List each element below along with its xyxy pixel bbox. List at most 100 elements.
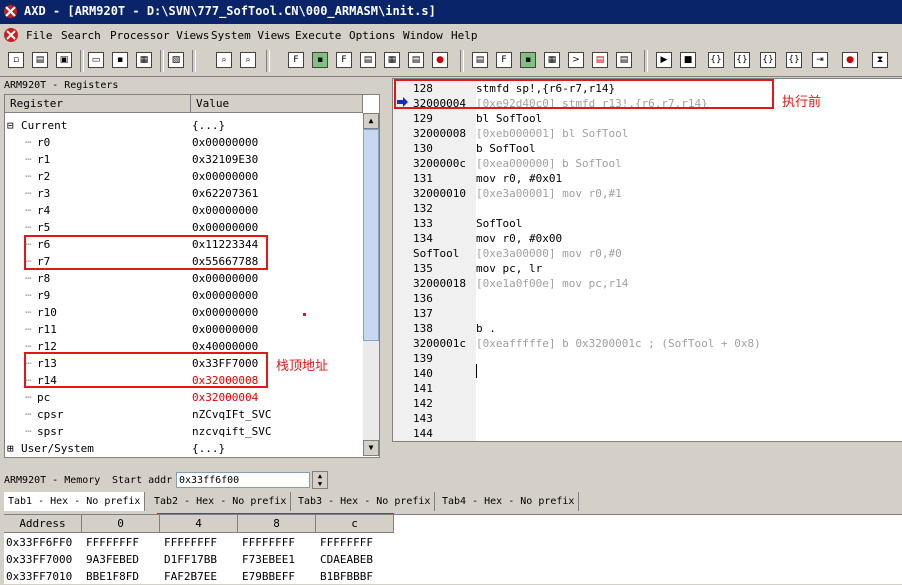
load-image-icon[interactable]: ▤ [30, 50, 50, 70]
menu-window[interactable]: Window [403, 29, 443, 42]
disassembly-line[interactable]: [0xe3a00001] mov r0,#1 [476, 186, 622, 201]
register-group-current[interactable]: ⊟ Current {...} [5, 117, 361, 134]
register-value[interactable]: 0x00000000 [192, 134, 258, 151]
memory-value-cell[interactable]: 9A3FEBED [86, 552, 139, 568]
memory-value-cell[interactable]: CDAEABEB [320, 552, 373, 568]
disassembly-line[interactable]: [0xea000000] b SofTool [476, 156, 622, 171]
disassembly-line[interactable]: [0xe3a00000] mov r0,#0 [476, 246, 622, 261]
register-row-r8[interactable]: ┄ r8 0x00000000 [5, 270, 361, 287]
source-line[interactable]: mov pc, lr [476, 261, 542, 276]
sys-list-icon[interactable]: ▤ [614, 50, 634, 70]
register-value[interactable]: nZCvqIFt_SVC [192, 406, 271, 423]
register-value[interactable]: 0x00000000 [192, 168, 258, 185]
register-row-r0[interactable]: ┄ r0 0x00000000 [5, 134, 361, 151]
register-value[interactable]: 0x32109E30 [192, 151, 258, 168]
scroll-up-icon[interactable]: ▲ [363, 113, 379, 129]
register-row-r5[interactable]: ┄ r5 0x00000000 [5, 219, 361, 236]
memory-value-cell[interactable]: FFFFFFFF [320, 535, 373, 551]
register-row-r3[interactable]: ┄ r3 0x62207361 [5, 185, 361, 202]
value-column-header[interactable]: Value [191, 95, 363, 113]
menu-options[interactable]: Options [349, 29, 395, 42]
register-value[interactable]: 0x00000000 [192, 270, 258, 287]
sys-regs-icon[interactable]: ▤ [470, 50, 490, 70]
start-address-input[interactable] [176, 472, 310, 488]
memory-value-cell[interactable]: D1FF17BB [164, 552, 217, 568]
address-spinner-icon[interactable]: ▲ ▼ [312, 471, 328, 489]
collapse-icon[interactable]: ⊟ [7, 117, 14, 134]
open-icon[interactable]: ▣ [54, 50, 74, 70]
sys-watch-icon[interactable]: ▪ [518, 50, 538, 70]
app-menu-icon[interactable] [3, 27, 19, 43]
register-row-r11[interactable]: ┄ r11 0x00000000 [5, 321, 361, 338]
new-file-icon[interactable]: ▫ [6, 50, 26, 70]
menu-help[interactable]: Help [451, 29, 478, 42]
memory-header-4[interactable]: 4 [160, 515, 238, 533]
variables-view-icon[interactable]: F [334, 50, 354, 70]
find-next-icon[interactable]: ⌕ [238, 50, 258, 70]
hourglass-icon[interactable]: ⧗ [870, 50, 890, 70]
print-icon[interactable]: ▧ [166, 50, 186, 70]
source-line[interactable]: bl SofTool [476, 111, 542, 126]
memory-value-cell[interactable]: FFFFFFFF [86, 535, 139, 551]
step-icon[interactable]: {} [706, 50, 726, 70]
save-icon[interactable]: ▪ [110, 50, 130, 70]
register-row-r4[interactable]: ┄ r4 0x00000000 [5, 202, 361, 219]
source-line[interactable]: b SofTool [476, 141, 536, 156]
sys-vars-icon[interactable]: ▦ [542, 50, 562, 70]
disassembly-line[interactable]: [0xe1a0f00e] mov pc,r14 [476, 276, 628, 291]
sys-info-icon[interactable]: ▤ [590, 50, 610, 70]
step-in-icon[interactable]: {} [732, 50, 752, 70]
watch-view-icon[interactable]: ▪ [310, 50, 330, 70]
menu-file[interactable]: File [26, 29, 53, 42]
register-value[interactable]: 0x62207361 [192, 185, 258, 202]
memory-value-cell[interactable]: F73EBEE1 [242, 552, 295, 568]
disassembly-view-icon[interactable]: ▤ [406, 50, 426, 70]
run-to-cursor-icon[interactable]: {} [784, 50, 804, 70]
go-icon[interactable]: ▶ [654, 50, 674, 70]
breakpoints-view-icon[interactable]: ● [430, 50, 450, 70]
register-row-r1[interactable]: ┄ r1 0x32109E30 [5, 151, 361, 168]
register-value[interactable]: 0x00000000 [192, 321, 258, 338]
memory-header-8[interactable]: 8 [238, 515, 316, 533]
source-line[interactable]: mov r0, #0x00 [476, 231, 562, 246]
register-value[interactable]: 0x00000000 [192, 304, 258, 321]
source-line[interactable]: b . [476, 321, 496, 336]
register-value[interactable]: 0x32000004 [192, 389, 258, 406]
scroll-thumb[interactable] [363, 129, 379, 341]
register-group-user-system[interactable]: ⊞ User/System {...} [5, 440, 361, 457]
stop-icon[interactable]: ■ [678, 50, 698, 70]
menu-processor-views[interactable]: Processor Views [110, 29, 209, 42]
scroll-down-icon[interactable]: ▼ [363, 440, 379, 456]
memory-header-0[interactable]: 0 [82, 515, 160, 533]
register-row-spsr[interactable]: ┄ spsr nzcvqift_SVC [5, 423, 361, 440]
register-row-r2[interactable]: ┄ r2 0x00000000 [5, 168, 361, 185]
register-value[interactable]: 0x00000000 [192, 202, 258, 219]
register-row-r9[interactable]: ┄ r9 0x00000000 [5, 287, 361, 304]
find-icon[interactable]: ⌕ [214, 50, 234, 70]
save-as-icon[interactable]: ▦ [134, 50, 154, 70]
memory-header-address[interactable]: Address [4, 515, 82, 533]
register-column-header[interactable]: Register [5, 95, 191, 113]
disassembly-line[interactable]: [0xeb000001] bl SofTool [476, 126, 628, 141]
tab-2[interactable]: Tab2 - Hex - No prefix [150, 492, 292, 511]
disassembly-line[interactable]: [0xeafffffe] b 0x3200001c ; (SofTool + 0… [476, 336, 761, 351]
memory-value-cell[interactable]: FFFFFFFF [164, 535, 217, 551]
menu-execute[interactable]: Execute [295, 29, 341, 42]
step-out-icon[interactable]: {} [758, 50, 778, 70]
register-row-cpsr[interactable]: ┄ cpsr nZCvqIFt_SVC [5, 406, 361, 423]
register-row-pc[interactable]: ┄ pc 0x32000004 [5, 389, 361, 406]
tab-3[interactable]: Tab3 - Hex - No prefix [294, 492, 436, 511]
register-row-r10[interactable]: ┄ r10 0x00000000 [5, 304, 361, 321]
show-execution-context-icon[interactable]: ⇥ [810, 50, 830, 70]
memory-header-c[interactable]: c [316, 515, 394, 533]
tab-4[interactable]: Tab4 - Hex - No prefix [438, 492, 580, 511]
expand-icon[interactable]: ⊞ [7, 440, 14, 457]
register-value[interactable]: 0x00000000 [192, 287, 258, 304]
toggle-breakpoint-icon[interactable]: ● [840, 50, 860, 70]
memory-value-cell[interactable]: FFFFFFFF [242, 535, 295, 551]
registers-view-icon[interactable]: F [286, 50, 306, 70]
menu-search[interactable]: Search [61, 29, 101, 42]
sys-console-icon[interactable]: > [566, 50, 586, 70]
backtrace-view-icon[interactable]: ▤ [358, 50, 378, 70]
menu-system-views[interactable]: System Views [211, 29, 290, 42]
